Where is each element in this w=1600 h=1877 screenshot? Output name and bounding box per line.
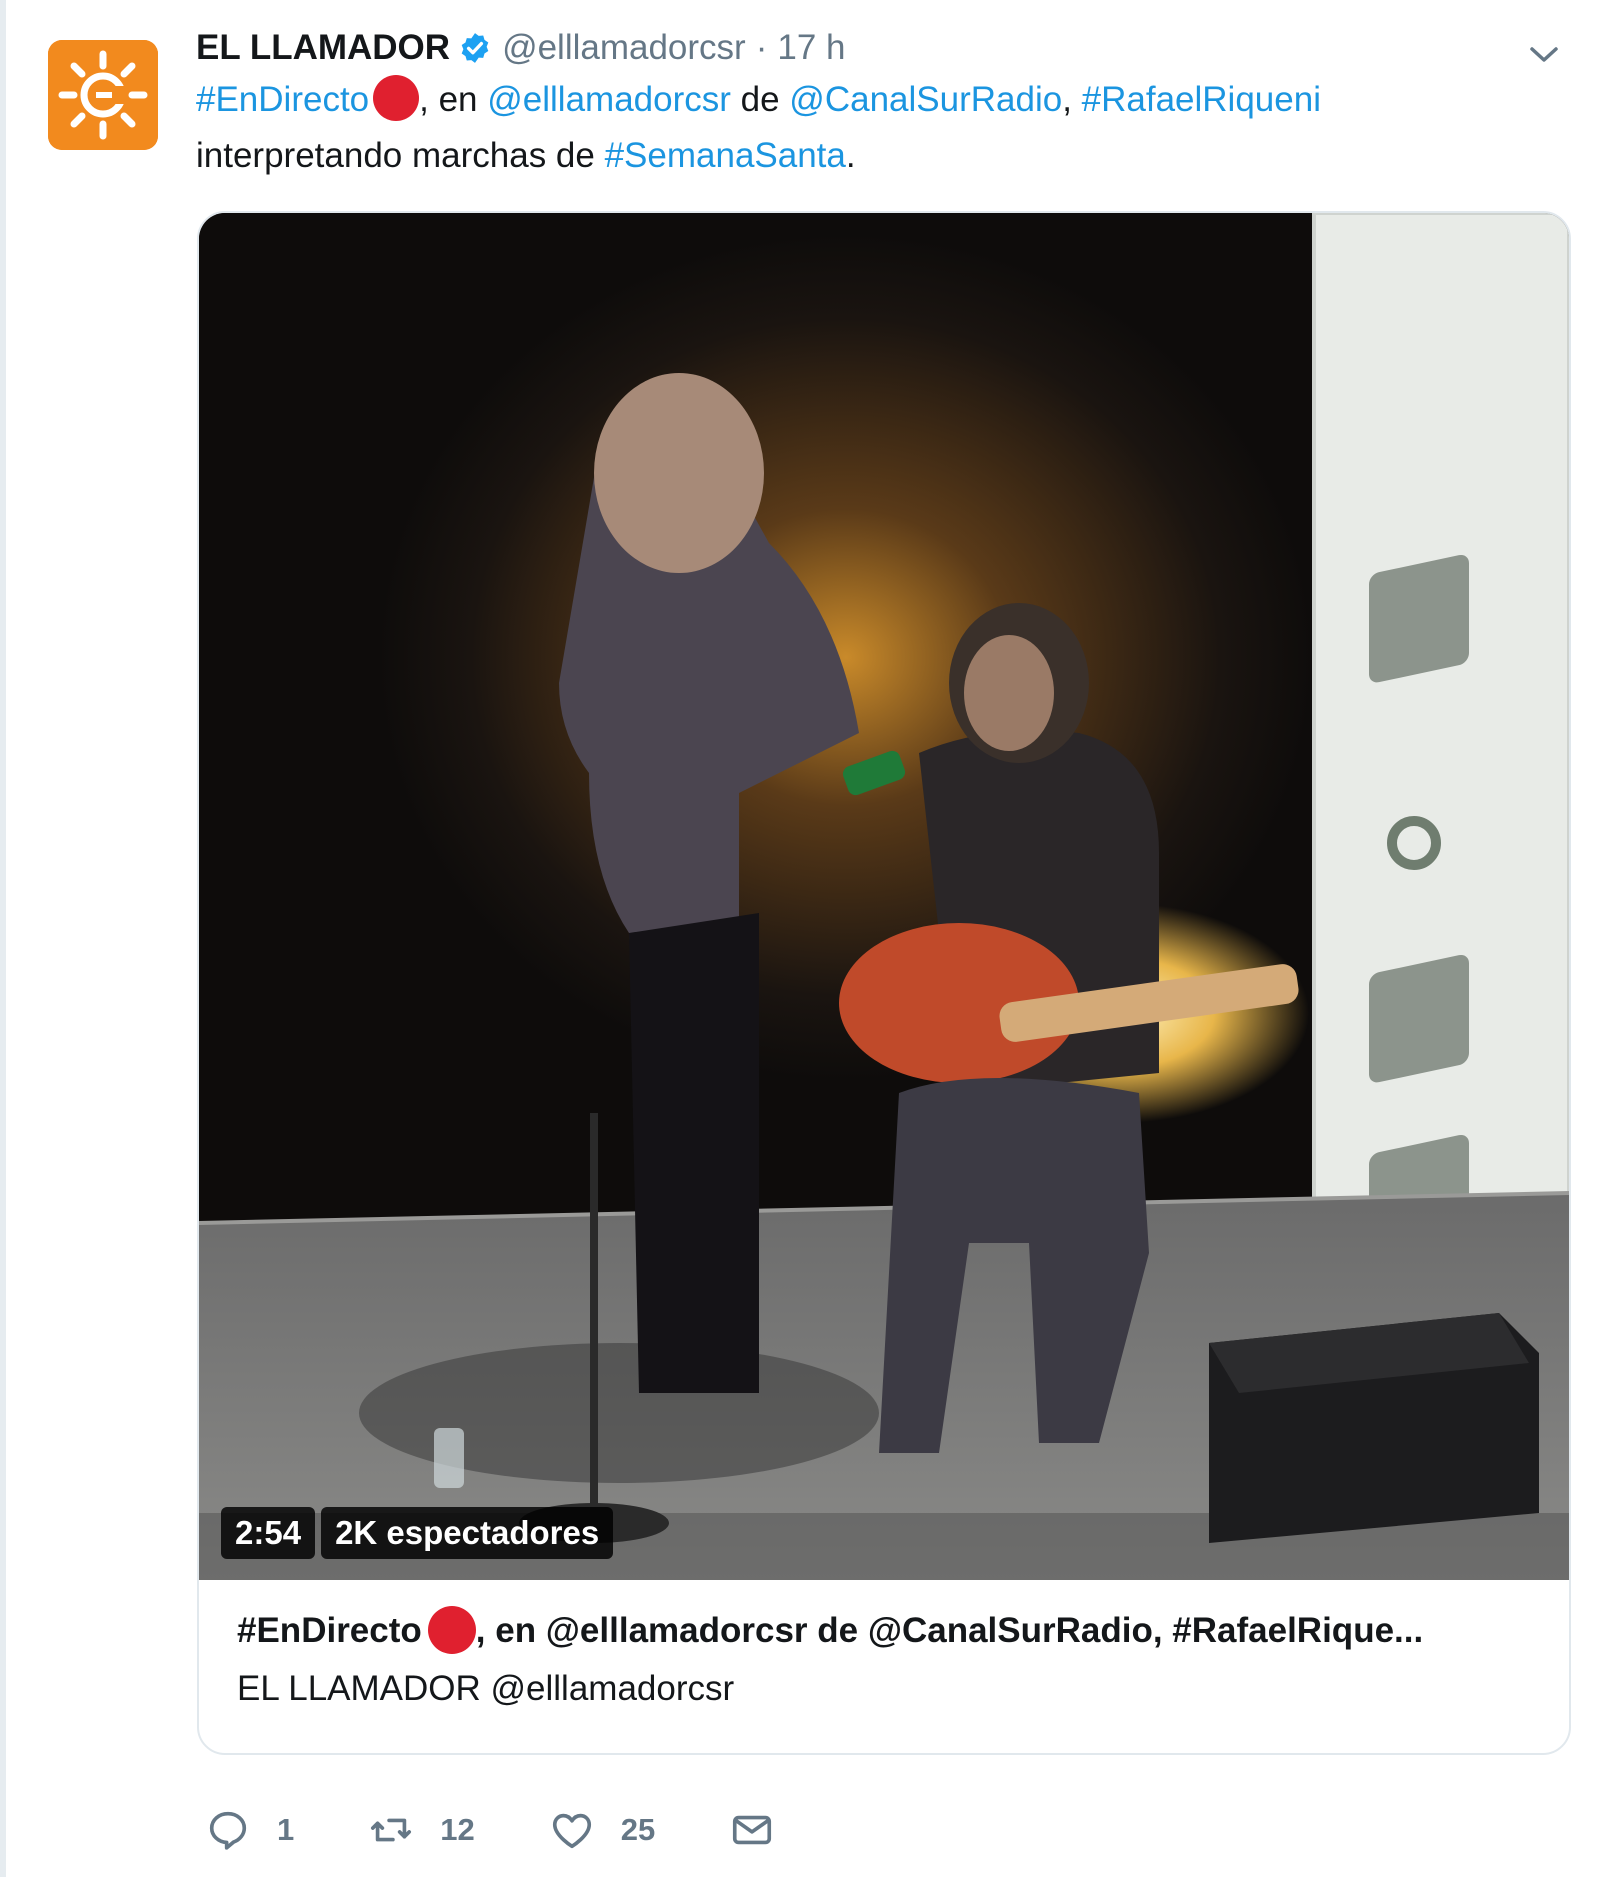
tweet-timestamp[interactable]: 17 h [777,28,845,68]
verified-badge-icon [458,31,492,65]
tweet-actions: 1 12 25 [205,1802,849,1858]
separator-dot: · [755,28,768,67]
heart-icon [552,1813,591,1849]
media-card[interactable]: 2:54 2K espectadores #EnDirecto , en @ell… [197,211,1571,1755]
canal-sur-sun-logo-icon [48,40,158,150]
envelope-icon [733,1815,772,1845]
card-title-hashtag: #EnDirecto [237,1611,422,1650]
text-fragment: de [730,80,790,119]
video-frame [199,213,1569,1580]
hashtag-semanasanta[interactable]: #SemanaSanta [605,136,846,175]
live-dot-icon [373,75,420,121]
avatar[interactable] [48,40,158,150]
text-fragment: . [845,136,856,175]
timeline-border [0,0,6,1877]
text-fragment: , en [419,80,488,119]
reply-button[interactable]: 1 [205,1807,294,1853]
tweet-text: #EnDirecto , en @elllamadorcsr de @CanalS… [196,72,1556,184]
card-title-text: , en @elllamadorcsr de @CanalSurRadio, #… [475,1611,1424,1650]
author-name[interactable]: EL LLAMADOR [196,28,450,68]
card-title[interactable]: #EnDirecto , en @elllamadorcsr de @CanalS… [237,1605,1537,1657]
card-info[interactable]: #EnDirecto , en @elllamadorcsr de @CanalS… [237,1605,1537,1715]
direct-message-button[interactable] [729,1807,775,1853]
video-player[interactable]: 2:54 2K espectadores [199,213,1569,1580]
live-dot-icon [427,1606,476,1654]
like-button[interactable]: 25 [549,1807,655,1853]
card-source: EL LLAMADOR @elllamadorcsr [237,1669,735,1708]
reply-count: 1 [277,1812,295,1847]
text-fragment: interpretando marchas de [196,136,605,175]
retweet-button[interactable]: 12 [368,1807,475,1853]
mention-elllamadorcsr[interactable]: @elllamadorcsr [487,80,731,119]
like-count: 25 [620,1812,656,1847]
video-duration: 2:54 [221,1507,316,1559]
viewer-count: 2K espectadores [321,1507,614,1559]
chevron-down-icon[interactable] [1524,34,1564,74]
text-fragment: , [1062,80,1082,119]
hashtag-endirecto[interactable]: #EnDirecto [196,80,369,119]
mention-canalsurradio[interactable]: @CanalSurRadio [789,80,1062,119]
retweet-count: 12 [440,1812,475,1847]
tweet-header: EL LLAMADOR @elllamadorcsr · 17 h [196,22,846,74]
author-handle[interactable]: @elllamadorcsr [502,28,746,68]
tweet-page: EL LLAMADOR @elllamadorcsr · 17 h #EnDir… [0,0,1600,1877]
video-badges: 2:54 2K espectadores [221,1507,614,1559]
hashtag-rafaelriqueni[interactable]: #RafaelRiqueni [1082,80,1321,119]
reply-icon [209,1811,247,1850]
retweet-icon [371,1818,412,1842]
